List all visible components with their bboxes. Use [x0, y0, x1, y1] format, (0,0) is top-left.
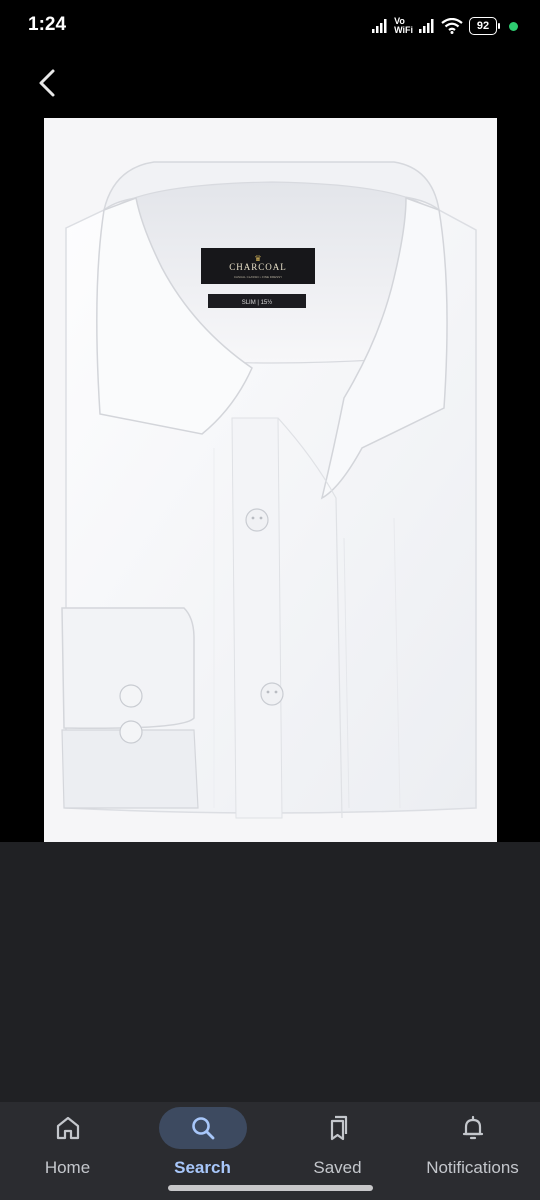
signal-icon — [419, 19, 434, 33]
status-icons: Vo WiFi 92 — [372, 14, 518, 38]
nav-saved-pill — [294, 1107, 382, 1149]
nav-home-pill — [24, 1107, 112, 1149]
product-image[interactable]: CHARCOAL CASUAL CLASSIC • FINE DRESSY ♛ … — [44, 118, 497, 842]
chevron-left-icon — [39, 69, 55, 97]
nav-saved-label: Saved — [313, 1158, 362, 1177]
nav-search-pill — [158, 1107, 247, 1149]
nav-notifications-pill — [429, 1107, 517, 1149]
shirt-illustration: CHARCOAL CASUAL CLASSIC • FINE DRESSY ♛ … — [44, 118, 497, 842]
nav-home-label: Home — [44, 1158, 91, 1177]
vowifi-label-bottom: WiFi — [394, 25, 413, 35]
top-app-bar — [0, 52, 540, 114]
wifi-icon — [441, 18, 463, 34]
nav-home[interactable]: Home — [0, 1102, 135, 1200]
bell-icon — [462, 1115, 483, 1140]
status-bar: 1:24 Vo WiFi 92 — [0, 0, 540, 52]
nav-search-label: Search — [174, 1158, 231, 1177]
bottom-navigation: Home Search Saved Notifications — [0, 1102, 540, 1200]
status-time: 1:24 — [28, 14, 67, 35]
nav-notifications[interactable]: Notifications — [405, 1102, 540, 1200]
signal-icon — [372, 19, 387, 33]
gesture-handle[interactable] — [168, 1185, 373, 1191]
svg-text:♛: ♛ — [254, 254, 261, 263]
notification-dot-icon — [509, 21, 518, 31]
svg-text:SLIM | 15½: SLIM | 15½ — [242, 299, 273, 306]
search-icon — [191, 1117, 214, 1140]
back-button[interactable] — [26, 62, 68, 104]
bookmarks-icon — [330, 1115, 347, 1141]
svg-text:CASUAL CLASSIC • FINE DRESSY: CASUAL CLASSIC • FINE DRESSY — [234, 275, 282, 279]
battery-icon: 92 — [469, 17, 500, 35]
vowifi-indicator: Vo WiFi — [394, 17, 413, 35]
content-panel — [0, 842, 540, 1102]
home-icon — [56, 1116, 79, 1140]
svg-text:CHARCOAL: CHARCOAL — [229, 262, 287, 272]
nav-notifications-label: Notifications — [426, 1158, 519, 1177]
